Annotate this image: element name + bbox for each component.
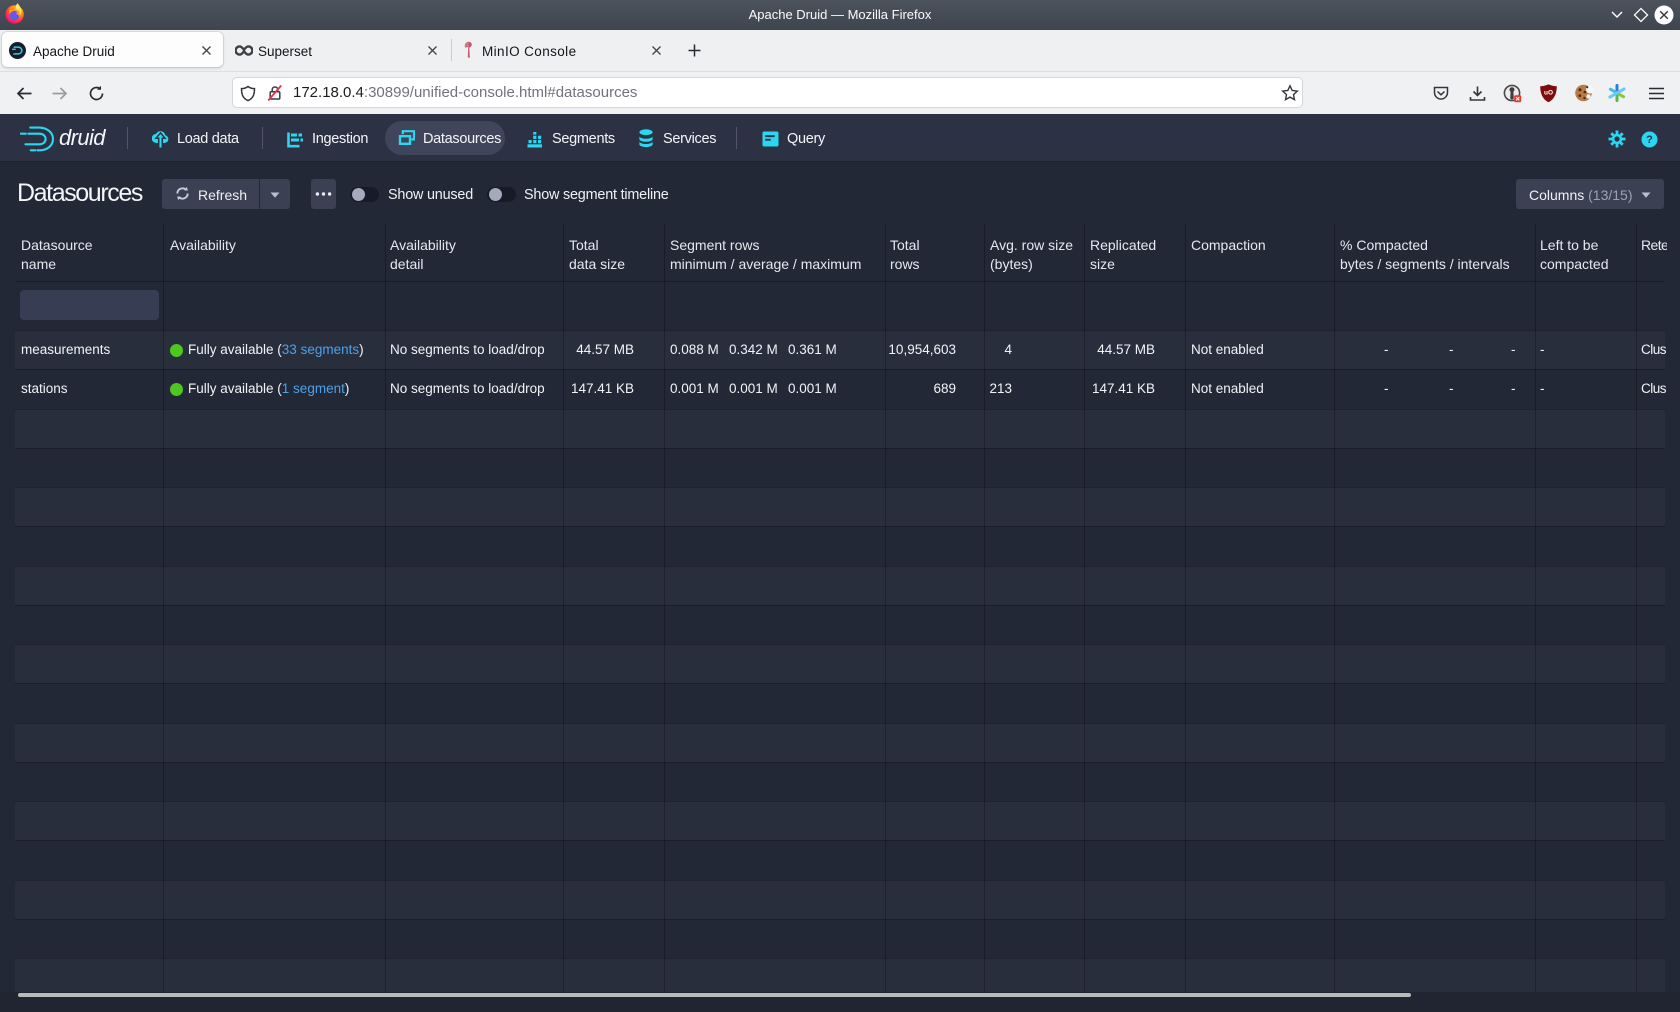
svg-text:?: ? [1646,134,1653,146]
svg-text:uO: uO [1544,90,1553,97]
